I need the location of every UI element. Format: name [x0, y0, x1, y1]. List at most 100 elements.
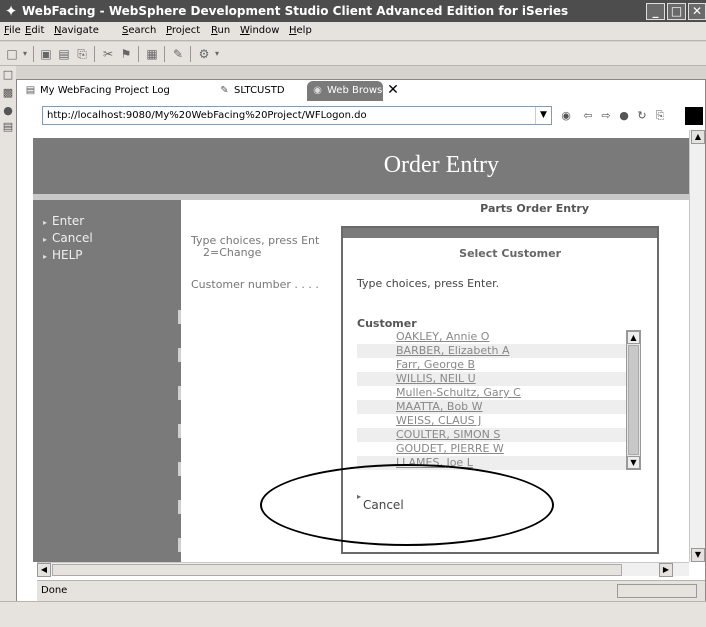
print-icon[interactable]: ⎘ [74, 46, 90, 62]
menu-window[interactable]: Window [240, 25, 279, 36]
window-title: WebFacing - WebSphere Development Studio… [22, 4, 569, 18]
minimize-button[interactable]: _ [646, 3, 665, 20]
page-vertical-scrollbar[interactable]: ▲ ▼ [689, 130, 705, 562]
toolbar-separator [164, 46, 165, 62]
save-icon[interactable]: ▣ [38, 46, 54, 62]
toolbar: □ ▾ ▣ ▤ ⎘ ✂ ⚑ ▦ ✎ ⚙ ▾ [0, 42, 706, 66]
cut-icon[interactable]: ✂ [100, 46, 116, 62]
new-dropdown-icon[interactable]: ▾ [20, 46, 30, 62]
url-dropdown-icon[interactable]: ▼ [535, 107, 551, 124]
scroll-left-icon[interactable]: ◀ [37, 563, 51, 577]
browser-status-bar: Done [37, 580, 705, 601]
menu-project[interactable]: Project [166, 25, 200, 36]
customer-row[interactable]: BARBER, Elizabeth A [357, 344, 626, 358]
edge-mark [178, 462, 181, 476]
customer-link[interactable]: MAATTA, Bob W [396, 400, 483, 413]
horizontal-scroll-thumb[interactable] [52, 564, 622, 576]
url-field[interactable]: http://localhost:9080/My%20WebFacing%20P… [42, 106, 552, 125]
print-page-icon[interactable]: ⎘ [652, 108, 668, 124]
application-window: ✦ WebFacing - WebSphere Development Stud… [0, 0, 706, 627]
customer-row[interactable]: WILLIS, NEIL U [357, 372, 626, 386]
maximize-button[interactable]: □ [667, 3, 686, 20]
edit-icon: ✎ [220, 85, 229, 96]
page-horizontal-scrollbar[interactable]: ◀ ▶ [37, 562, 689, 577]
tab-label: Web Browser [327, 85, 393, 96]
menu-help[interactable]: Help [289, 25, 312, 36]
customer-row[interactable]: WEISS, CLAUS J [357, 414, 626, 428]
dialog-header-bar [343, 228, 657, 238]
tab-project-log[interactable]: ▤ My WebFacing Project Log [20, 81, 188, 101]
log-icon: ▤ [25, 85, 36, 96]
customer-list-scrollbar[interactable]: ▲ ▼ [626, 330, 641, 470]
customer-link[interactable]: Farr, George B [396, 358, 475, 371]
menu-bar: File Edit Navigate Search Project Run Wi… [0, 22, 706, 41]
run-icon[interactable]: ⚙ [196, 46, 212, 62]
menu-file[interactable]: File [4, 25, 21, 36]
scroll-down-icon[interactable]: ▼ [691, 548, 705, 562]
tab-web-browser[interactable]: ◉ Web Browser [307, 81, 393, 101]
open-type-icon[interactable]: ▦ [144, 46, 160, 62]
workbench-status-bar [0, 601, 706, 627]
app-icon: ✦ [4, 2, 18, 20]
toolbar-separator [190, 46, 191, 62]
save-all-icon[interactable]: ▤ [56, 46, 72, 62]
dialog-title: Select Customer [459, 247, 561, 260]
menu-search[interactable]: Search [122, 25, 156, 36]
customer-row[interactable]: OAKLEY, Annie O [357, 330, 626, 344]
customer-link[interactable]: GOUDET, PIERRE W [396, 442, 504, 455]
customer-row[interactable]: Farr, George B [357, 358, 626, 372]
customer-link[interactable]: WILLIS, NEIL U [396, 372, 476, 385]
menu-navigate[interactable]: Navigate [54, 25, 99, 36]
editor-tabs: ▤ My WebFacing Project Log ✎ SLTCUSTD ◉ … [20, 79, 706, 102]
webfacing-perspective-icon[interactable]: ▩ [1, 86, 15, 100]
stop-icon[interactable]: ● [616, 108, 632, 124]
edge-mark [178, 310, 181, 324]
nav-help[interactable]: HELP [43, 248, 83, 262]
nav-enter[interactable]: Enter [43, 214, 84, 228]
refresh-icon[interactable]: ↻ [634, 108, 650, 124]
option-text: 2=Change [203, 246, 262, 259]
menu-edit[interactable]: Edit [25, 25, 44, 36]
scroll-up-icon[interactable]: ▲ [691, 130, 705, 144]
tab-sltcustd[interactable]: ✎ SLTCUSTD [214, 81, 306, 101]
perspective-bar: □ ▩ ● ▤ [0, 66, 16, 626]
forward-icon[interactable]: ⇨ [598, 108, 614, 124]
edge-mark [178, 500, 181, 514]
close-window-button[interactable]: ✕ [688, 3, 706, 20]
browser-toolbar: http://localhost:9080/My%20WebFacing%20P… [20, 106, 706, 126]
customer-row[interactable]: GOUDET, PIERRE W [357, 442, 626, 456]
content-title: Parts Order Entry [480, 202, 589, 215]
dialog-instruction: Type choices, press Enter. [357, 277, 500, 290]
edge-mark [178, 348, 181, 362]
customer-link[interactable]: COULTER, SIMON S [396, 428, 500, 441]
status-text: Done [41, 585, 68, 596]
pencil-icon[interactable]: ✎ [170, 46, 186, 62]
customer-link[interactable]: WEISS, CLAUS J [396, 414, 481, 427]
debug-icon[interactable]: ⚑ [118, 46, 134, 62]
customer-link[interactable]: Mullen-Schultz, Gary C [396, 386, 521, 399]
open-perspective-icon[interactable]: □ [1, 68, 15, 82]
highlight-oval [260, 464, 554, 546]
new-icon[interactable]: □ [4, 46, 20, 62]
app-title: Order Entry [383, 152, 499, 178]
customer-row[interactable]: MAATTA, Bob W [357, 400, 626, 414]
customer-row[interactable]: COULTER, SIMON S [357, 428, 626, 442]
go-icon[interactable]: ◉ [558, 108, 574, 124]
scroll-up-icon[interactable]: ▲ [627, 331, 640, 344]
nav-cancel[interactable]: Cancel [43, 231, 93, 245]
customer-link[interactable]: OAKLEY, Annie O [396, 330, 489, 343]
scroll-right-icon[interactable]: ▶ [659, 563, 673, 577]
customer-row[interactable]: Mullen-Schultz, Gary C [357, 386, 626, 400]
scroll-thumb[interactable] [628, 345, 639, 455]
busy-indicator-icon [685, 107, 703, 125]
back-icon[interactable]: ⇦ [580, 108, 596, 124]
close-tab-icon[interactable]: ✕ [385, 82, 401, 98]
customer-link[interactable]: BARBER, Elizabeth A [396, 344, 509, 357]
title-bar: ✦ WebFacing - WebSphere Development Stud… [0, 0, 706, 22]
scroll-down-icon[interactable]: ▼ [627, 456, 640, 469]
run-dropdown-icon[interactable]: ▾ [212, 46, 222, 62]
remote-perspective-icon[interactable]: ▤ [1, 120, 15, 134]
menu-run[interactable]: Run [211, 25, 230, 36]
web-perspective-icon[interactable]: ● [1, 104, 15, 118]
globe-icon: ◉ [313, 85, 322, 96]
